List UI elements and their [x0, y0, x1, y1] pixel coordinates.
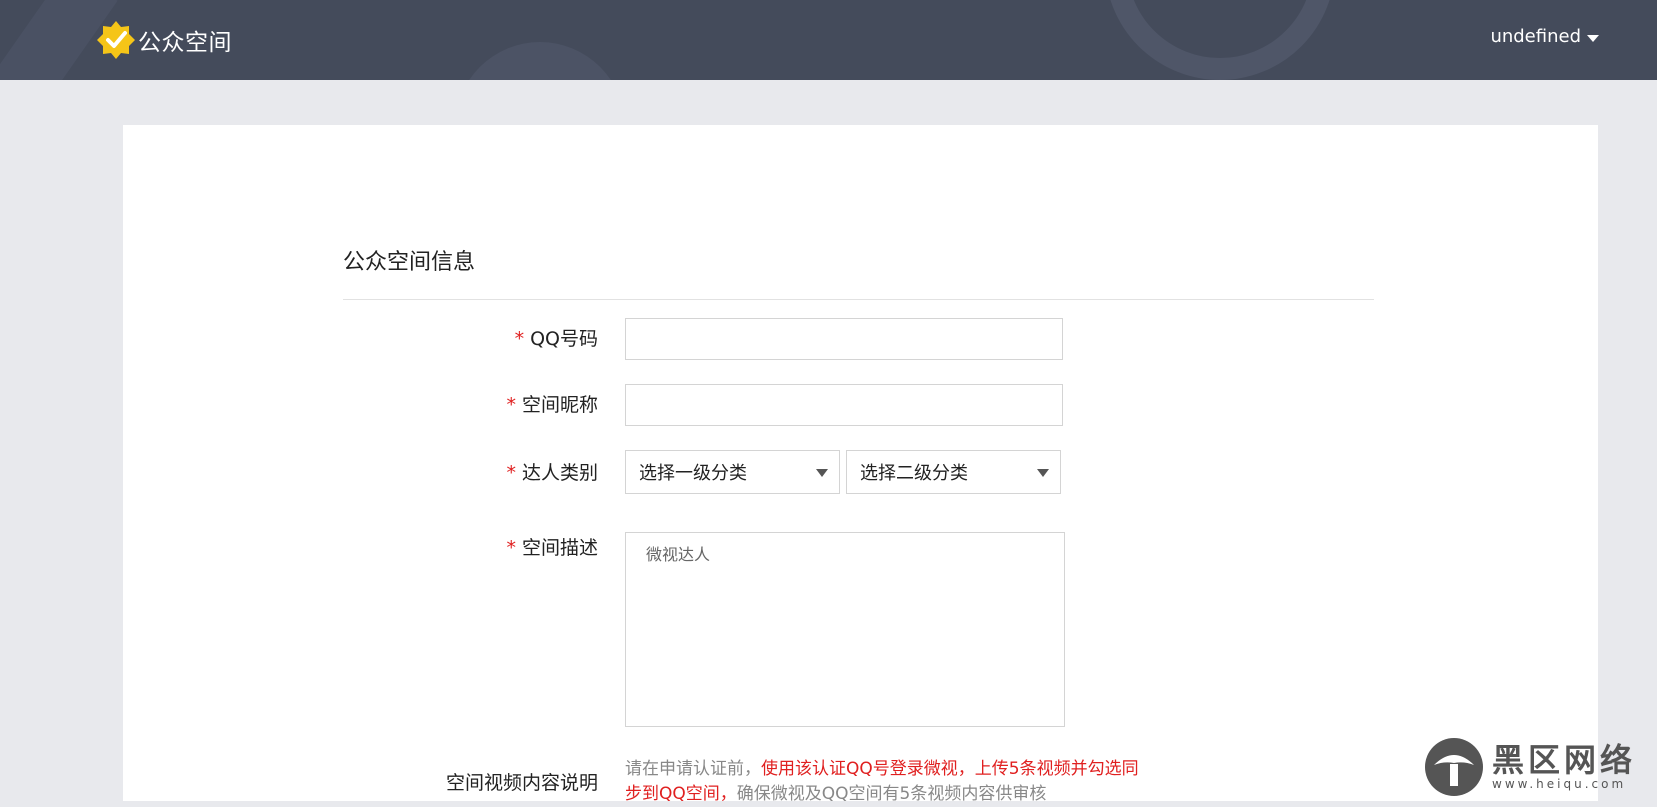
logo[interactable]: 公众空间: [96, 20, 232, 60]
user-menu[interactable]: undefined: [1490, 26, 1599, 47]
section-title: 公众空间信息: [343, 250, 476, 275]
nickname-input[interactable]: [625, 384, 1063, 426]
qq-input[interactable]: [625, 318, 1063, 360]
chevron-down-icon: [816, 469, 828, 477]
primary-category-select[interactable]: 选择一级分类: [625, 450, 840, 494]
description-textarea[interactable]: 微视达人: [625, 532, 1065, 727]
watermark-url: www.heiqu.com: [1492, 777, 1627, 791]
required-mark: *: [506, 462, 516, 484]
divider: [343, 299, 1374, 300]
header-decoration: [455, 42, 625, 80]
secondary-category-select[interactable]: 选择二级分类: [846, 450, 1061, 494]
watermark: 黑区网络 www.heiqu.com: [1424, 733, 1657, 801]
qq-label: * QQ号码: [514, 328, 598, 350]
logo-text: 公众空间: [138, 30, 232, 56]
mushroom-logo-icon: [1425, 738, 1483, 796]
header-decoration: [1105, 0, 1335, 80]
required-mark: *: [506, 537, 516, 559]
top-bar: 公众空间 undefined: [0, 0, 1657, 80]
user-name: undefined: [1490, 26, 1581, 47]
check-badge-icon: [97, 21, 135, 59]
video-label: 空间视频内容说明: [445, 772, 598, 794]
nickname-label: * 空间昵称: [506, 394, 598, 416]
video-note: 请在申请认证前，使用该认证QQ号登录微视，上传5条视频并勾选同步到QQ空间，确保…: [625, 759, 1139, 804]
required-mark: *: [514, 328, 525, 350]
caret-down-icon: [1587, 34, 1599, 42]
watermark-title: 黑区网络: [1492, 741, 1637, 779]
form-card: 公众空间信息 * QQ号码 * 空间昵称 * 达人类别 选择一级分类 选择二级分类 *…: [123, 125, 1598, 804]
category-label: * 达人类别: [506, 462, 598, 484]
required-mark: *: [506, 394, 516, 416]
chevron-down-icon: [1037, 469, 1049, 477]
description-label: * 空间描述: [506, 537, 598, 559]
